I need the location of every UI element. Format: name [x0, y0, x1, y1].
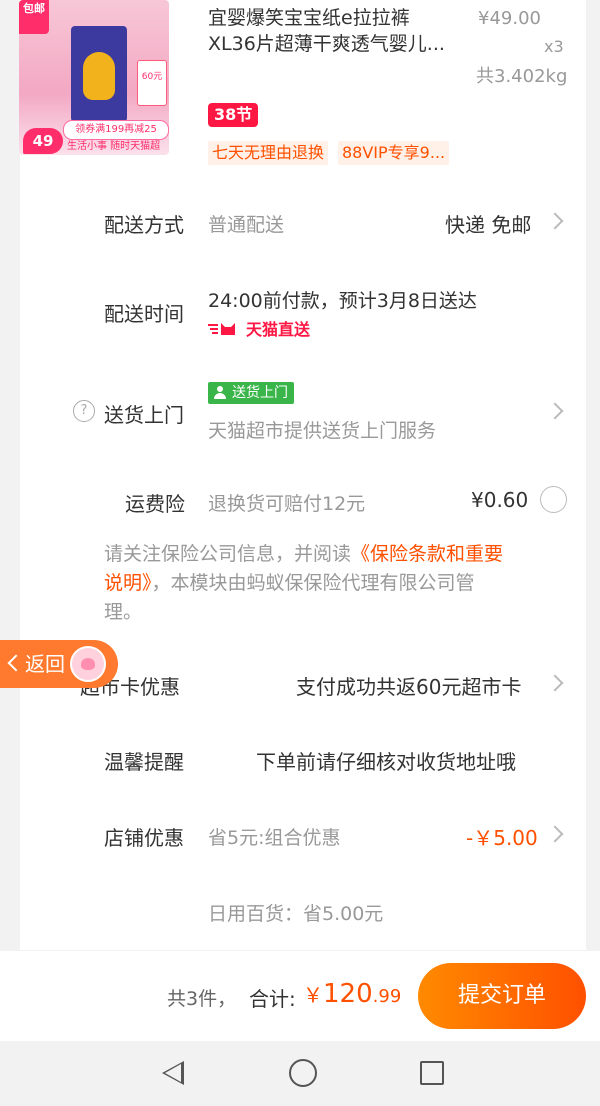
freight-insurance-price: ¥0.60 [471, 488, 529, 512]
delivery-method-label: 配送方式 [104, 213, 184, 237]
back-button[interactable]: 返回 [0, 640, 118, 688]
product-price: ¥49.00 [478, 8, 541, 29]
mascot-graphic [83, 52, 115, 100]
freight-insurance-desc: 退换货可赔付12元 [208, 493, 366, 515]
person-icon [214, 386, 226, 400]
delivery-method-right[interactable]: 快递 免邮 [445, 209, 531, 238]
mascot-avatar-icon [70, 646, 106, 682]
nav-back-icon[interactable] [162, 1061, 184, 1085]
delivery-time-value: 24:00前付款，预计3月8日送达 [208, 290, 477, 312]
total-decimal: .99 [372, 986, 402, 1007]
slogan: 生活小事 随时天猫超市! [67, 141, 161, 152]
delivery-time-label: 配送时间 [104, 302, 184, 326]
product-title-line1[interactable]: 宜婴爆笑宝宝纸e拉拉裤 [208, 6, 410, 30]
return-policy-tag: 七天无理由退换 [208, 141, 329, 165]
card-discount-value[interactable]: 支付成功共返60元超市卡 [296, 671, 521, 700]
shop-discount-label: 店铺优惠 [104, 826, 184, 850]
shop-discount-value[interactable]: -￥5.00 [466, 822, 538, 851]
freight-insurance-radio[interactable] [540, 486, 567, 513]
submit-order-button[interactable]: 提交订单 [418, 963, 586, 1029]
delivery-method-value: 普通配送 [208, 214, 285, 236]
total-price: ￥120.99 [303, 974, 401, 1017]
total-currency: ￥ [303, 983, 323, 1007]
insurance-notice: 请关注保险公司信息，并阅读《保险条款和重要 说明》，本模块由蚂蚁保保险代理有限公… [104, 540, 503, 627]
daily-goods-savings: 日用百货：省5.00元 [208, 903, 384, 925]
product-qty: x3 [544, 37, 564, 56]
notice-prefix: 请关注保险公司信息，并阅读 [104, 543, 352, 565]
help-icon[interactable]: ? [73, 400, 95, 422]
tmall-direct-logo: 天猫直送 [208, 316, 310, 340]
free-shipping-badge: 包邮 [19, 0, 49, 34]
home-delivery-tag: 送货上门 [208, 382, 294, 404]
tmall-direct-text: 天猫直送 [246, 320, 311, 339]
product-image[interactable]: 包邮 60元 领券满199再减25 49 生活小事 随时天猫超市! [19, 0, 169, 155]
coupon-strip: 领券满199再减25 [63, 120, 169, 140]
home-delivery-label: 送货上门 [104, 403, 184, 427]
back-button-label: 返回 [25, 652, 65, 676]
reminder-label: 温馨提醒 [104, 750, 184, 774]
notice-suffix: ，本模块由蚂蚁保保险代理有限公司管 [151, 572, 475, 594]
total-label: 合计: [249, 987, 296, 1011]
vip-tag: 88VIP专享9... [338, 141, 450, 165]
nav-recents-icon[interactable] [420, 1061, 444, 1085]
reminder-value: 下单前请仔细核对收货地址哦 [256, 750, 516, 774]
total-integer: 120 [323, 979, 373, 1009]
insurance-terms-link[interactable]: 《保险条款和重要 [351, 543, 503, 565]
mini-price-box: 60元 [137, 60, 167, 106]
product-title-line2[interactable]: XL36片超薄干爽透气婴儿... [208, 32, 445, 56]
notice-suffix-end: 理。 [104, 601, 143, 623]
freight-insurance-label: 运费险 [125, 492, 185, 516]
nav-home-icon[interactable] [289, 1059, 317, 1087]
cat-icon [208, 321, 246, 335]
diaper-pack-graphic [71, 26, 127, 122]
back-arrow-icon [7, 654, 25, 672]
home-delivery-desc: 天猫超市提供送货上门服务 [208, 420, 437, 442]
festival-badge: 38节 [208, 103, 259, 127]
item-count: 共3件， [167, 988, 237, 1010]
price-bubble: 49 [23, 128, 63, 154]
product-weight: 共3.402kg [476, 66, 568, 87]
shop-discount-desc: 省5元:组合优惠 [208, 827, 341, 849]
insurance-terms-link-cont[interactable]: 说明》 [104, 572, 152, 594]
